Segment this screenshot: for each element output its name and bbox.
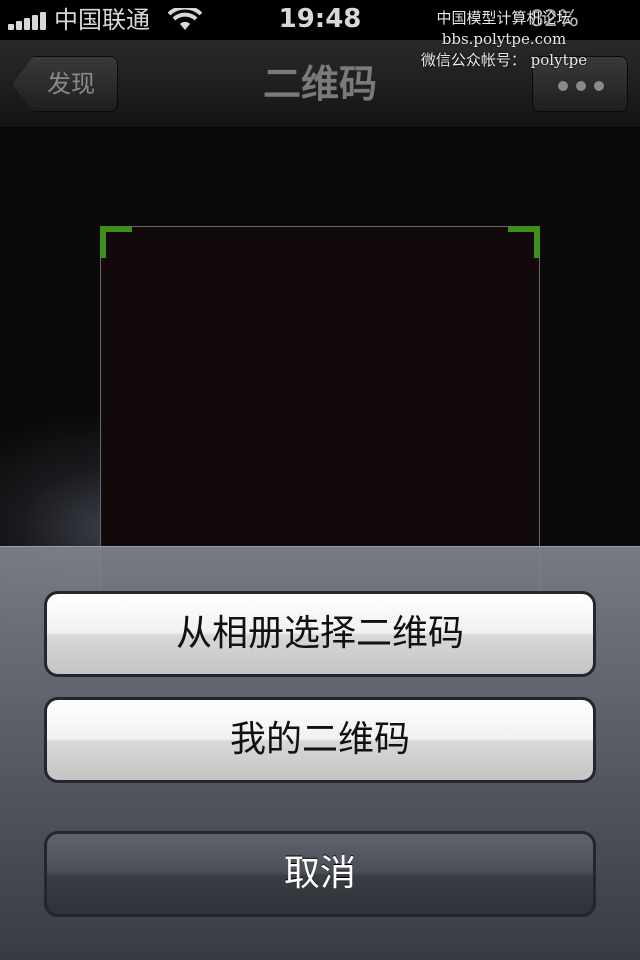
watermark-line: 中国模型计算机论坛 — [436, 9, 572, 27]
scan-frame-corner — [508, 226, 540, 258]
cancel-button[interactable]: 取消 — [44, 831, 596, 917]
watermark-line: 微信公众帐号： polytpe — [420, 51, 588, 69]
choose-from-album-button[interactable]: 从相册选择二维码 — [44, 591, 596, 677]
my-qr-code-button[interactable]: 我的二维码 — [44, 697, 596, 783]
action-sheet: 从相册选择二维码 我的二维码 取消 — [0, 546, 640, 960]
watermark-line: bbs.polytpe.com — [441, 30, 567, 48]
watermark: 中国模型计算机论坛 bbs.polytpe.com 微信公众帐号： polytp… — [404, 8, 604, 71]
scan-frame-corner — [100, 226, 132, 258]
